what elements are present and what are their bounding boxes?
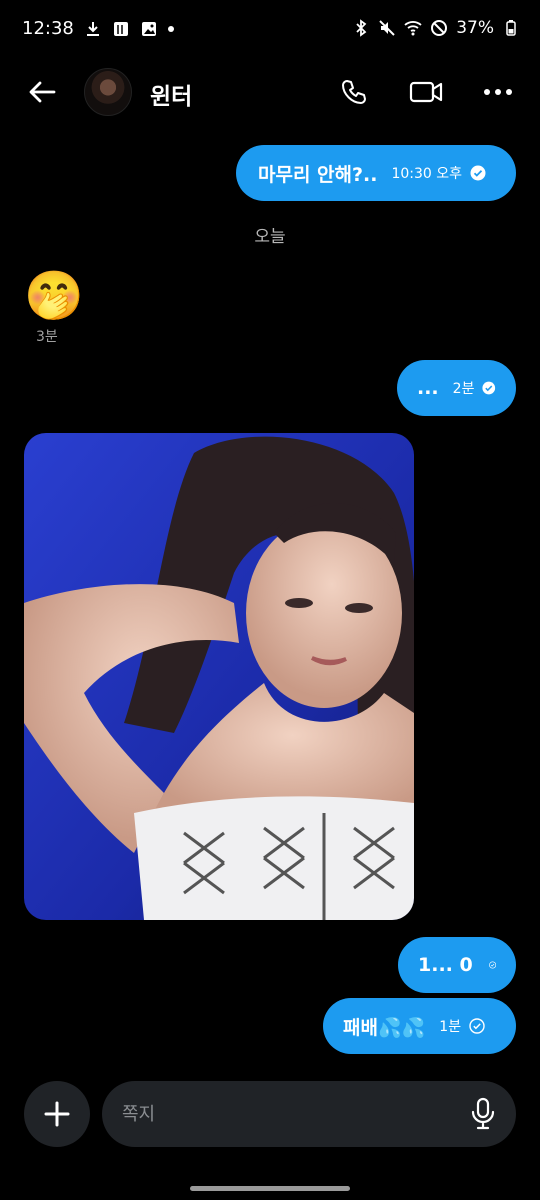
wifi-icon — [404, 21, 422, 36]
chat-header: 윈터 — [0, 62, 540, 122]
video-camera-icon — [409, 81, 443, 103]
message-bubble-outgoing[interactable]: 마무리 안해?.. 10:30 오후 — [236, 145, 516, 201]
battery-percent: 37% — [456, 18, 494, 38]
image-message[interactable] — [24, 433, 414, 920]
message-text: 패배💦💦 — [343, 1016, 426, 1039]
download-icon — [86, 21, 99, 36]
battery-icon — [506, 20, 516, 36]
phone-icon — [342, 80, 366, 104]
more-dots-icon — [484, 89, 512, 95]
check-outline-icon — [469, 1018, 485, 1034]
do-not-disturb-icon — [431, 20, 448, 36]
photo-collage-icon — [113, 21, 128, 36]
plus-icon — [44, 1101, 70, 1127]
dot-icon — [167, 25, 174, 32]
date-separator: 오늘 — [254, 227, 286, 247]
status-left: 12:38 — [22, 18, 174, 39]
microphone-icon — [471, 1097, 495, 1130]
mute-icon — [379, 20, 395, 36]
emoji-message[interactable]: 🤭 — [24, 268, 84, 324]
message-text: 마무리 안해?.. — [258, 163, 378, 186]
add-attachment-button[interactable] — [24, 1081, 90, 1147]
check-filled-icon — [482, 381, 496, 395]
status-bar: 12:38 37% — [0, 0, 540, 60]
back-button[interactable] — [22, 74, 62, 110]
check-filled-icon — [470, 165, 486, 181]
message-text: ... — [417, 377, 439, 399]
call-button[interactable] — [336, 74, 372, 110]
message-bubble-outgoing[interactable]: 패배💦💦 1분 — [323, 998, 516, 1054]
message-time: 10:30 오후 — [391, 166, 463, 182]
status-time: 12:38 — [22, 18, 74, 39]
contact-name[interactable]: 윈터 — [150, 77, 192, 111]
bluetooth-icon — [356, 19, 367, 37]
message-input[interactable] — [122, 1081, 452, 1147]
more-options-button[interactable] — [480, 74, 516, 110]
message-time: 1분 — [439, 1019, 462, 1035]
home-indicator[interactable] — [190, 1186, 350, 1191]
avatar[interactable] — [84, 68, 132, 116]
message-time: 3분 — [36, 329, 58, 345]
status-right: 37% — [352, 18, 520, 38]
video-call-button[interactable] — [408, 74, 444, 110]
check-outline-icon — [488, 961, 496, 969]
message-text: 1... 0 — [418, 954, 473, 976]
message-bubble-outgoing[interactable]: 1... 0 — [398, 937, 516, 993]
message-bubble-outgoing[interactable]: ... 2분 — [397, 360, 516, 416]
message-composer — [102, 1081, 516, 1147]
back-arrow-icon — [29, 81, 56, 103]
voice-message-button[interactable] — [468, 1095, 498, 1133]
photo-image — [24, 433, 414, 920]
image-icon — [141, 21, 156, 36]
message-time: 2분 — [452, 381, 475, 397]
